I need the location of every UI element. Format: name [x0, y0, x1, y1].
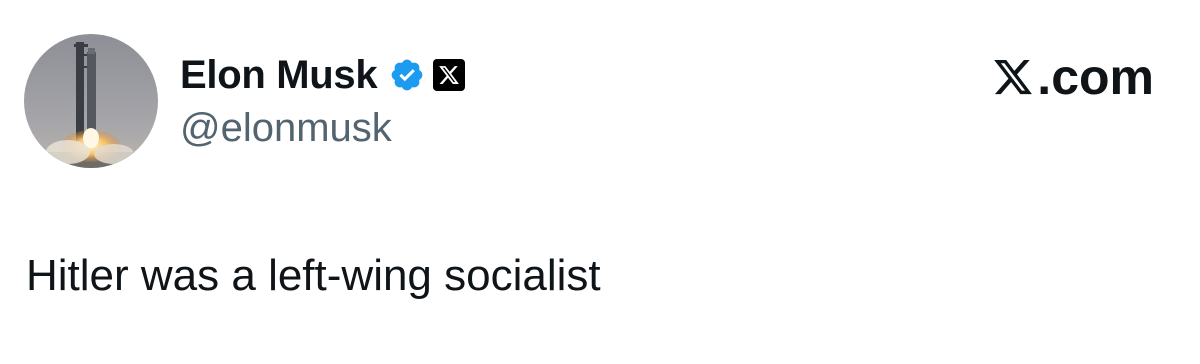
avatar[interactable]: [24, 34, 158, 168]
author-name-row: Elon Musk: [180, 46, 466, 104]
x-affiliate-badge-icon[interactable]: [433, 59, 466, 91]
site-suffix: .com: [1037, 49, 1154, 105]
author-display-name[interactable]: Elon Musk: [180, 55, 378, 95]
tweet-text: Hitler was a left-wing socialist: [26, 251, 601, 300]
verified-badge-icon[interactable]: [389, 57, 425, 93]
author-handle[interactable]: @elonmusk: [180, 108, 392, 148]
x-logo-icon: [991, 56, 1035, 98]
rocket-launch-avatar: [24, 34, 158, 168]
site-branding: .com: [991, 52, 1154, 102]
